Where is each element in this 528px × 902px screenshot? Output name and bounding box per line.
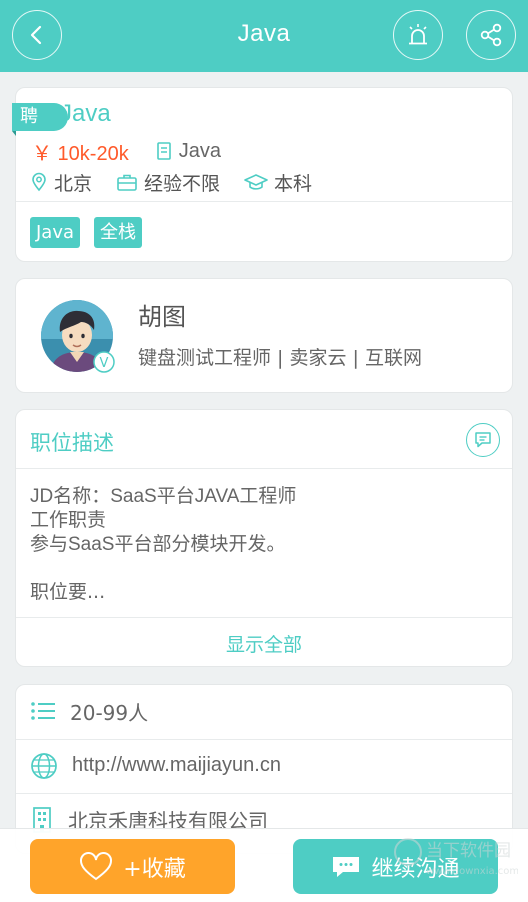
salary: ￥ 10k-20k (32, 142, 129, 165)
salary-row: ￥ 10k-20k Java (32, 138, 221, 165)
location-label: 北京 (54, 172, 93, 195)
avatar[interactable]: V (40, 299, 115, 374)
favorite-label: +收藏 (123, 856, 186, 882)
recruiter-name: 胡图 (138, 303, 186, 331)
message-button[interactable] (466, 423, 500, 457)
description-truncated: 职位要... (30, 581, 106, 603)
job-category-label: Java (178, 139, 221, 162)
experience-label: 经验不限 (144, 172, 221, 195)
company-size-row: 20-99人 (16, 685, 512, 737)
job-title: Java (60, 100, 111, 127)
company-website[interactable]: http://www.maijiayun.cn (72, 754, 281, 777)
globe-icon (31, 752, 57, 779)
chat-bubble-icon (475, 432, 491, 448)
page-title: Java (237, 20, 291, 47)
description-text: JD名称：SaaS平台JAVA工程师 工作职责 参与SaaS平台部分模块开发。 (30, 485, 296, 557)
education: 本科 (244, 169, 312, 196)
company-website-row[interactable]: http://www.maijiayun.cn (16, 739, 512, 791)
list-icon (31, 702, 55, 720)
location: 北京 (30, 169, 92, 196)
heart-icon (80, 851, 113, 880)
recruiter-info: 键盘测试工程师 | 卖家云 | 互联网 (138, 347, 422, 369)
description-line: JD名称：SaaS平台JAVA工程师 (30, 486, 297, 507)
share-icon (480, 23, 502, 47)
chat-bubble-icon (333, 856, 360, 877)
requirements-row: 北京 经验不限 本科 (30, 169, 336, 195)
skill-tags: Java 全栈 (30, 217, 156, 248)
top-bar: Java (0, 0, 528, 72)
verified-badge: V (100, 356, 109, 371)
alarm-icon (409, 24, 427, 45)
share-button[interactable] (466, 10, 516, 60)
company-size: 20-99人 (70, 700, 149, 725)
education-label: 本科 (274, 172, 313, 195)
briefcase-icon (117, 174, 137, 191)
divider (16, 468, 512, 469)
job-summary-card: 聘 Java ￥ 10k-20k Java 北京 经验不限 本科 Java 全栈 (12, 87, 513, 262)
skill-tag: 全栈 (94, 217, 143, 248)
job-description-card: 职位描述 JD名称：SaaS平台JAVA工程师 工作职责 参与SaaS平台部分模… (15, 409, 513, 667)
alarm-button[interactable] (393, 10, 443, 60)
bottom-action-bar: +收藏 继续沟通 (0, 828, 528, 902)
divider (16, 617, 512, 618)
favorite-button[interactable]: +收藏 (30, 839, 235, 894)
description-line: 参与SaaS平台部分模块开发。 (30, 534, 286, 555)
recruiter-card[interactable]: V 胡图 键盘测试工程师 | 卖家云 | 互联网 (15, 278, 513, 393)
skill-tag: Java (30, 217, 81, 248)
location-pin-icon (32, 172, 46, 192)
continue-chat-button[interactable]: 继续沟通 (293, 839, 498, 894)
experience: 经验不限 (116, 169, 220, 196)
section-title: 职位描述 (30, 431, 114, 455)
continue-chat-label: 继续沟通 (371, 856, 460, 882)
divider (16, 201, 512, 202)
description-line: 工作职责 (30, 510, 107, 531)
job-category: Java (155, 140, 221, 163)
graduation-cap-icon (244, 174, 268, 190)
avatar-image: V (41, 300, 115, 373)
document-icon (156, 142, 171, 160)
show-all-button[interactable]: 显示全部 (16, 630, 512, 657)
